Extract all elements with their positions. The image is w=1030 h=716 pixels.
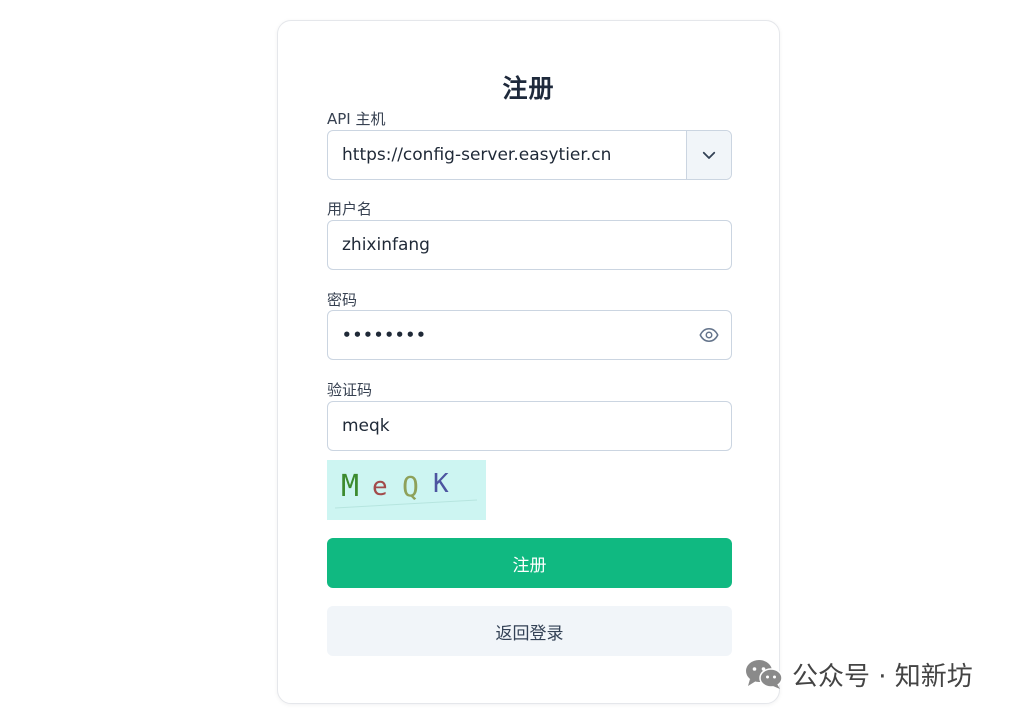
api-host-select[interactable]: https://config-server.easytier.cn [327, 130, 732, 180]
api-host-dropdown-button[interactable] [686, 131, 731, 179]
api-host-label: API 主机 [327, 110, 386, 128]
captcha-value[interactable]: meqk [342, 402, 390, 450]
wechat-icon [746, 660, 783, 689]
username-field[interactable]: zhixinfang [327, 220, 732, 270]
eye-icon [699, 328, 719, 342]
register-card: 注册 API 主机 https://config-server.easytier… [277, 20, 780, 704]
captcha-char-3: Q [402, 470, 419, 503]
captcha-char-1: M [341, 469, 359, 504]
password-field[interactable]: •••••••• [327, 310, 732, 360]
watermark-text: 公众号 · 知新坊 [792, 661, 973, 692]
back-to-login-button[interactable]: 返回登录 [327, 606, 732, 656]
page-title: 注册 [502, 74, 555, 103]
captcha-char-2: e [372, 472, 388, 502]
username-label: 用户名 [327, 200, 373, 218]
password-label: 密码 [327, 291, 358, 309]
api-host-value[interactable]: https://config-server.easytier.cn [342, 131, 611, 179]
username-value[interactable]: zhixinfang [342, 221, 430, 269]
captcha-field[interactable]: meqk [327, 401, 732, 451]
chevron-down-icon [702, 151, 716, 159]
captcha-label: 验证码 [327, 381, 373, 399]
register-button[interactable]: 注册 [327, 538, 732, 588]
password-value[interactable]: •••••••• [342, 311, 427, 359]
password-visibility-toggle[interactable] [699, 325, 719, 345]
captcha-image[interactable]: M e Q K [327, 460, 486, 520]
watermark: 公众号 · 知新坊 [744, 656, 973, 692]
captcha-char-4: K [433, 469, 449, 499]
